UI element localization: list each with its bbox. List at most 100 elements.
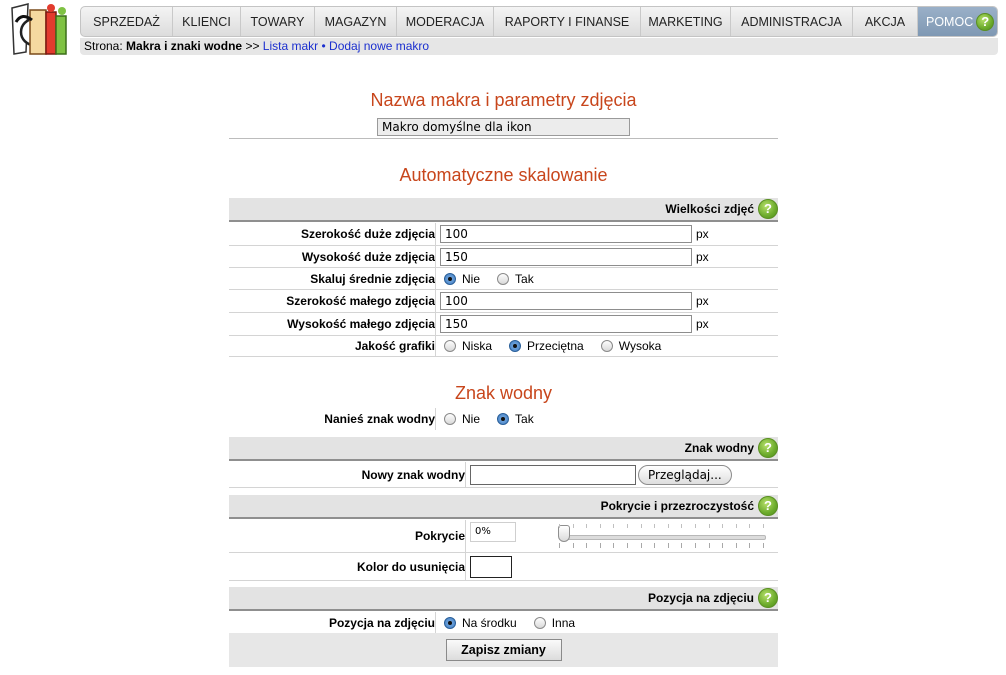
save-changes-button[interactable]: Zapisz zmiany: [445, 639, 562, 661]
nav-item-help[interactable]: POMOC ?: [918, 7, 997, 36]
position-option-center[interactable]: Na środku: [444, 616, 517, 630]
row-apply-watermark: Nanieś znak wodny Nie Tak: [229, 408, 778, 430]
position-option-other[interactable]: Inna: [533, 616, 575, 630]
nav-item-klienci[interactable]: KLIENCI: [173, 7, 241, 36]
slider-tick: [695, 543, 696, 548]
apply-watermark-option-yes[interactable]: Tak: [497, 412, 534, 426]
slider-tick: [586, 524, 587, 528]
app-logo: [6, 2, 74, 58]
panel-header-position-label: Pozycja na zdjęciu: [647, 591, 754, 605]
nav-item-marketing[interactable]: MARKETING: [641, 7, 731, 36]
radio-selected-icon[interactable]: [509, 340, 522, 352]
option-label: Nie: [462, 412, 481, 426]
scale-medium-option-yes[interactable]: Tak: [497, 272, 534, 286]
panel-header-watermark: Znak wodny ?: [229, 437, 778, 461]
coverage-slider[interactable]: [558, 524, 766, 548]
slider-tick: [681, 543, 682, 548]
slider-tick: [600, 543, 601, 548]
large-width-input[interactable]: 100: [440, 225, 692, 243]
browse-button[interactable]: Przeglądaj...: [638, 464, 732, 485]
unit-px: px: [696, 249, 709, 264]
large-height-input[interactable]: 150: [440, 247, 692, 266]
option-label: Na środku: [462, 616, 517, 630]
color-picker-box[interactable]: [470, 555, 512, 578]
link-macro-list[interactable]: Lista makr: [263, 39, 318, 53]
unit-px: px: [696, 294, 709, 308]
nav-item-administracja[interactable]: ADMINISTRACJA: [731, 7, 853, 36]
unit-px: px: [696, 317, 709, 331]
slider-tick: [627, 543, 628, 548]
large-width-label: Szerokość duże zdjęcia: [300, 227, 435, 241]
nav-item-towary[interactable]: TOWARY: [241, 7, 315, 36]
row-color-remove: Kolor do usunięcia: [229, 553, 778, 581]
nav-item-akcja[interactable]: AKCJA: [853, 7, 918, 36]
panel-header-watermark-label: Znak wodny: [684, 441, 754, 455]
radio-selected-icon[interactable]: [497, 413, 510, 425]
divider: [229, 138, 778, 139]
nav-item-moderacja[interactable]: MODERACJA: [397, 7, 494, 36]
slider-tick: [613, 543, 614, 548]
apply-watermark-option-no[interactable]: Nie: [444, 412, 480, 426]
slider-tick: [573, 524, 574, 528]
small-height-input[interactable]: 150: [440, 315, 692, 333]
small-height-label: Wysokość małego zdjęcia: [287, 317, 435, 331]
help-question-icon[interactable]: ?: [758, 588, 778, 608]
slider-tick: [695, 524, 696, 528]
slider-tick: [722, 543, 723, 548]
coverage-label: Pokrycie: [414, 529, 465, 543]
help-label: POMOC: [926, 14, 974, 29]
quality-option-low[interactable]: Niska: [444, 339, 492, 353]
slider-tick: [709, 543, 710, 548]
option-label: Tak: [515, 271, 534, 286]
slider-track: [559, 535, 766, 540]
nav-item-raporty[interactable]: RAPORTY I FINANSE: [494, 7, 641, 36]
row-small-width: Szerokość małego zdjęcia 100 px: [229, 290, 778, 313]
radio-icon[interactable]: [497, 272, 510, 285]
row-position: Pozycja na zdjęciu Na środku Inna: [229, 612, 778, 634]
question-icon: ?: [976, 12, 995, 31]
help-question-icon[interactable]: ?: [758, 438, 778, 458]
unit-px: px: [696, 227, 709, 241]
radio-selected-icon[interactable]: [444, 617, 456, 629]
slider-tick: [559, 543, 560, 548]
breadcrumb-separator: >>: [245, 39, 260, 53]
panel-header-coverage: Pokrycie i przezroczystość ?: [229, 495, 778, 519]
quality-option-medium[interactable]: Przeciętna: [509, 339, 584, 353]
radio-icon[interactable]: [600, 340, 613, 352]
radio-selected-icon[interactable]: [444, 272, 456, 285]
small-width-input[interactable]: 100: [440, 292, 692, 310]
slider-tick: [736, 543, 737, 548]
row-quality: Jakość grafiki Niska Przeciętna Wysoka: [229, 336, 778, 357]
row-large-width: Szerokość duże zdjęcia 100 px: [229, 223, 778, 246]
watermark-file-input[interactable]: [470, 464, 636, 485]
help-question-icon[interactable]: ?: [758, 199, 778, 219]
row-coverage: Pokrycie 0%: [229, 520, 778, 553]
slider-tick: [681, 524, 682, 528]
radio-icon[interactable]: [444, 340, 456, 352]
slider-tick: [600, 524, 601, 528]
help-question-icon[interactable]: ?: [758, 496, 778, 516]
section-title-scaling: Automatyczne skalowanie: [399, 165, 608, 185]
slider-tick: [736, 524, 737, 528]
main-nav: SPRZEDAŻ KLIENCI TOWARY MAGAZYN MODERACJ…: [80, 6, 998, 37]
radio-icon[interactable]: [533, 617, 546, 629]
nav-item-magazyn[interactable]: MAGAZYN: [315, 7, 397, 36]
slider-tick: [559, 524, 560, 528]
slider-tick: [654, 543, 655, 548]
large-height-label: Wysokość duże zdjęcia: [301, 249, 435, 264]
slider-tick: [763, 543, 764, 548]
coverage-value-input[interactable]: 0%: [470, 522, 516, 542]
panel-header-position: Pozycja na zdjęciu ?: [229, 587, 778, 611]
scale-medium-option-no[interactable]: Nie: [444, 272, 480, 286]
row-small-height: Wysokość małego zdjęcia 150 px: [229, 313, 778, 336]
apply-watermark-label: Nanieś znak wodny: [324, 412, 435, 426]
macro-name-input[interactable]: Makro domyślne dla ikon: [377, 118, 630, 136]
option-label: Tak: [515, 412, 534, 426]
link-add-macro[interactable]: Dodaj nowe makro: [329, 39, 429, 53]
panel-header-sizes: Wielkości zdjęć ?: [229, 198, 778, 222]
nav-item-sprzedaz[interactable]: SPRZEDAŻ: [81, 7, 173, 36]
row-scale-medium: Skaluj średnie zdjęcia Nie Tak: [229, 268, 778, 290]
radio-icon[interactable]: [444, 413, 456, 425]
quality-option-high[interactable]: Wysoka: [600, 339, 661, 353]
slider-tick: [749, 543, 750, 548]
